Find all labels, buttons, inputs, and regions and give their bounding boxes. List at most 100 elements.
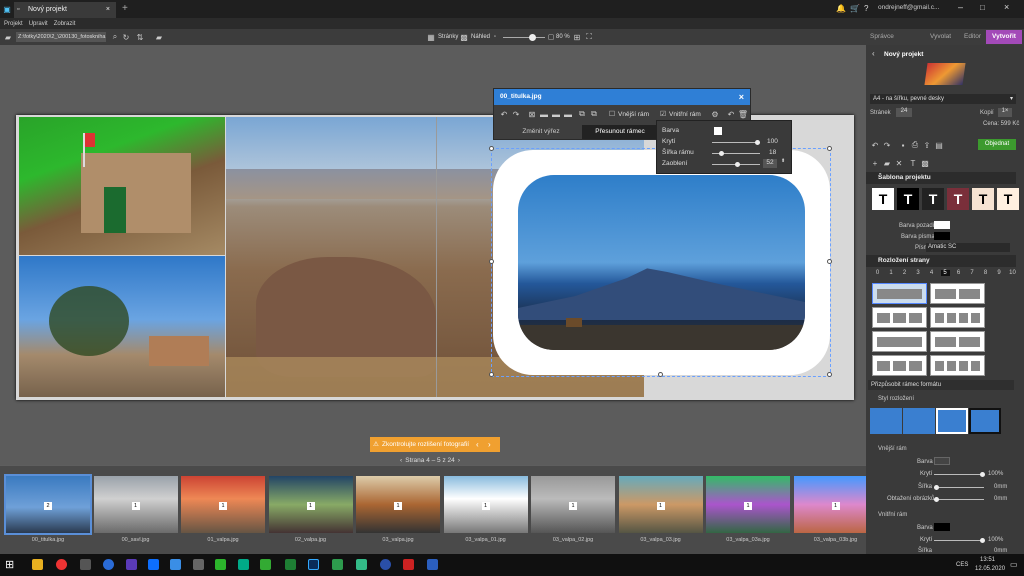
export-icon[interactable]: ▤ xyxy=(934,140,944,150)
layout-count-option[interactable]: 4 xyxy=(927,270,936,276)
handle-br[interactable] xyxy=(827,372,832,377)
thumbnail[interactable]: 1 xyxy=(93,476,178,533)
remove-icon[interactable]: ✕ xyxy=(894,158,904,168)
bg-color-swatch[interactable] xyxy=(934,221,950,229)
preview-label[interactable]: Náhled xyxy=(471,34,490,40)
minimize-icon[interactable]: – xyxy=(958,2,963,12)
wrap-slider[interactable] xyxy=(934,499,984,500)
format-dropdown-icon[interactable]: ▾ xyxy=(1010,95,1013,102)
font-color-swatch[interactable] xyxy=(934,232,950,240)
handle-mr[interactable] xyxy=(827,259,832,264)
inner-frame-label[interactable]: Vnitřní rám xyxy=(669,111,701,118)
taskbar-green-icon[interactable] xyxy=(260,559,271,570)
popup-opacity-slider[interactable] xyxy=(712,142,760,143)
taskbar-pdf-icon[interactable] xyxy=(403,559,414,570)
layout-count-option[interactable]: 1 xyxy=(887,270,896,276)
order-button[interactable]: Objednat xyxy=(978,139,1016,150)
taskbar-calc-icon[interactable] xyxy=(193,559,204,570)
layout-style-1[interactable] xyxy=(870,408,902,434)
taskbar-app2-icon[interactable] xyxy=(332,559,343,570)
taskbar-teams-icon[interactable] xyxy=(126,559,137,570)
layout-count-option[interactable]: 7 xyxy=(968,270,977,276)
layout-count-option[interactable]: 9 xyxy=(995,270,1004,276)
help-icon[interactable]: ? xyxy=(864,4,868,13)
taskbar-app-icon[interactable] xyxy=(80,559,91,570)
fit-icon[interactable]: ⊞ xyxy=(572,32,582,42)
thumbnail[interactable]: 1 xyxy=(706,476,790,533)
layout-style-2[interactable] xyxy=(903,408,935,434)
pages-count-input[interactable]: 24 xyxy=(896,108,912,117)
image-icon[interactable]: ▩ xyxy=(920,158,930,168)
popup-stepper-icon[interactable]: ⬍ xyxy=(781,158,785,164)
outer-width-slider[interactable] xyxy=(934,487,984,488)
tab-manager[interactable]: Správce xyxy=(870,33,894,40)
font-select[interactable]: Amatic SC xyxy=(926,243,1010,252)
page-next-icon[interactable]: › xyxy=(458,457,460,464)
copies-input[interactable]: 1× xyxy=(998,108,1012,117)
save-icon[interactable]: ▪ xyxy=(898,140,908,150)
back-icon[interactable]: ‹ xyxy=(872,49,875,58)
pages-icon[interactable]: ▦ xyxy=(426,32,436,42)
layout-style-4[interactable] xyxy=(969,408,1001,434)
clock-time[interactable]: 13:51 xyxy=(980,557,995,563)
layout-option[interactable] xyxy=(930,355,985,376)
notifications-center-icon[interactable]: ▭ xyxy=(1010,560,1018,569)
template-option[interactable]: T xyxy=(872,188,894,210)
inner-frame-checkbox[interactable]: ☑ xyxy=(658,109,668,119)
adapt-frame-select[interactable]: Přizpůsobit rámec formátu xyxy=(868,380,1014,390)
text-icon[interactable]: T xyxy=(908,158,918,168)
layout-option[interactable] xyxy=(872,307,927,328)
settings-gear-icon[interactable]: ⚙ xyxy=(710,109,720,119)
template-section-header[interactable]: Šablona projektu xyxy=(866,172,1016,184)
photo-building[interactable] xyxy=(19,117,225,255)
zoom-out-icon[interactable]: ▫ xyxy=(490,32,500,42)
taskbar-explorer-icon[interactable] xyxy=(32,559,43,570)
template-option[interactable]: T xyxy=(997,188,1019,210)
layer-2-icon[interactable]: ⧉ xyxy=(589,109,599,119)
handle-ml[interactable] xyxy=(489,259,494,264)
move-frame-button[interactable]: Přesunout rámec xyxy=(582,125,658,139)
fullscreen-icon[interactable]: ⛶ xyxy=(584,32,594,42)
template-option[interactable]: T xyxy=(947,188,969,210)
format-select[interactable]: A4 - na šířku, pevné desky xyxy=(870,94,1016,104)
layout-count-option[interactable]: 3 xyxy=(914,270,923,276)
thumbnail[interactable]: 1 xyxy=(356,476,440,533)
folder-icon[interactable]: ▰ xyxy=(3,32,13,42)
layout-count-option[interactable]: 8 xyxy=(981,270,990,276)
warning-prev-icon[interactable]: ‹ xyxy=(476,437,479,452)
tab-develop[interactable]: Vyvolat xyxy=(930,33,951,40)
template-option[interactable]: T xyxy=(972,188,994,210)
template-option[interactable]: T xyxy=(897,188,919,210)
outer-color-swatch[interactable] xyxy=(934,457,950,465)
preview-icon[interactable]: ▩ xyxy=(459,32,469,42)
layout-count-option[interactable]: 5 xyxy=(940,270,950,276)
notification-icon[interactable]: 🔔 xyxy=(836,4,846,13)
warning-next-icon[interactable]: › xyxy=(488,437,491,452)
menu-view[interactable]: Zobrazit xyxy=(54,21,76,27)
handle-bl[interactable] xyxy=(489,372,494,377)
taskbar-excel-icon[interactable] xyxy=(285,559,296,570)
layout-option[interactable] xyxy=(872,331,927,352)
handle-tl[interactable] xyxy=(489,146,494,151)
menu-edit[interactable]: Upravit xyxy=(29,21,48,27)
add-icon[interactable]: + xyxy=(870,158,880,168)
layer-icon[interactable]: ⧉ xyxy=(577,109,587,119)
change-crop-button[interactable]: Změnit výřez xyxy=(500,125,582,139)
frame-style-2-icon[interactable]: ▬ xyxy=(551,109,561,119)
resolution-warning[interactable]: ⚠ Zkontrolujte rozlišení fotografií ‹ › xyxy=(370,437,500,452)
frame-style-1-icon[interactable]: ▬ xyxy=(539,109,549,119)
taskbar-app4-icon[interactable] xyxy=(380,559,391,570)
thumbnail[interactable]: 1 xyxy=(443,476,528,533)
taskbar-word-icon[interactable] xyxy=(427,559,438,570)
tab-editor[interactable]: Editor xyxy=(964,33,981,40)
refresh-icon[interactable]: ↻ xyxy=(121,32,131,42)
share-icon[interactable]: ⇪ xyxy=(922,140,932,150)
taskbar-photoshop-icon[interactable] xyxy=(308,559,319,570)
layout-style-3[interactable] xyxy=(936,408,968,434)
frame-style-3-icon[interactable]: ▬ xyxy=(563,109,573,119)
menu-project[interactable]: Projekt xyxy=(4,21,23,27)
layout-option[interactable] xyxy=(872,283,927,304)
clock-date[interactable]: 12.05.2020 xyxy=(975,566,1005,572)
wrap-knob[interactable] xyxy=(934,497,939,502)
layout-count-option[interactable]: 6 xyxy=(954,270,963,276)
